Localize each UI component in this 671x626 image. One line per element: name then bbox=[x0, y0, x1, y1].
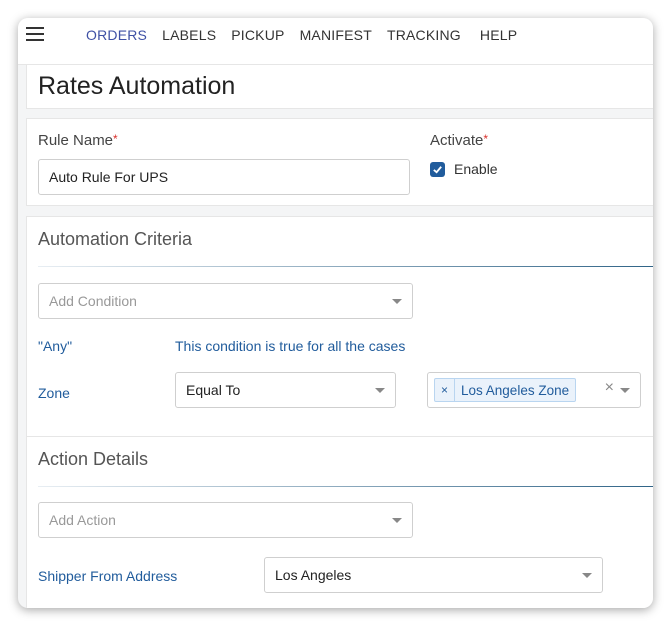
divider bbox=[38, 486, 653, 487]
rule-card: Rule Name* Auto Rule For UPS Activate* E… bbox=[26, 118, 653, 206]
required-mark: * bbox=[113, 132, 118, 146]
rule-name-input[interactable]: Auto Rule For UPS bbox=[38, 159, 410, 195]
nav-orders[interactable]: ORDERS bbox=[86, 27, 147, 43]
shipper-from-label: Shipper From Address bbox=[38, 568, 178, 584]
page-title: Rates Automation bbox=[38, 72, 236, 100]
nav-labels[interactable]: LABELS bbox=[162, 27, 216, 43]
hamburger-menu-icon[interactable] bbox=[26, 27, 44, 41]
tag-label: Los Angeles Zone bbox=[461, 382, 570, 398]
automation-criteria-card: Automation Criteria Add Condition "Any" … bbox=[26, 216, 653, 438]
checkmark-icon bbox=[433, 166, 442, 174]
chevron-down-icon bbox=[620, 388, 630, 393]
tag-remove-icon[interactable]: × bbox=[435, 379, 456, 401]
any-description: This condition is true for all the cases bbox=[175, 338, 406, 354]
zone-multiselect[interactable]: × Los Angeles Zone × bbox=[427, 372, 641, 408]
any-label: "Any" bbox=[38, 338, 73, 354]
add-condition-select[interactable]: Add Condition bbox=[38, 283, 413, 319]
shipper-from-select[interactable]: Los Angeles bbox=[264, 557, 603, 593]
enable-label: Enable bbox=[454, 161, 498, 177]
activate-label: Activate* bbox=[430, 132, 489, 149]
operator-select[interactable]: Equal To bbox=[175, 372, 396, 408]
divider bbox=[38, 266, 653, 267]
nav-manifest[interactable]: MANIFEST bbox=[300, 27, 372, 43]
zone-tag: × Los Angeles Zone bbox=[434, 378, 577, 402]
zone-label: Zone bbox=[38, 385, 70, 401]
nav-pickup[interactable]: PICKUP bbox=[231, 27, 284, 43]
app-window: ORDERS LABELS PICKUP MANIFEST TRACKING H… bbox=[18, 18, 653, 608]
rule-name-label: Rule Name* bbox=[38, 132, 118, 149]
enable-checkbox[interactable] bbox=[430, 162, 445, 177]
section-title: Action Details bbox=[38, 449, 149, 469]
nav-tracking[interactable]: TRACKING bbox=[387, 27, 461, 43]
chevron-down-icon bbox=[375, 388, 385, 393]
section-title: Automation Criteria bbox=[38, 229, 193, 249]
chevron-down-icon bbox=[392, 299, 402, 304]
required-mark: * bbox=[483, 132, 489, 146]
main-nav: ORDERS LABELS PICKUP MANIFEST TRACKING H… bbox=[86, 27, 532, 43]
chevron-down-icon bbox=[582, 573, 592, 578]
top-nav-bar: ORDERS LABELS PICKUP MANIFEST TRACKING H… bbox=[18, 18, 653, 65]
title-card: Rates Automation bbox=[26, 64, 653, 109]
clear-icon[interactable]: × bbox=[605, 379, 614, 397]
action-details-card: Action Details Add Action Shipper From A… bbox=[26, 436, 653, 608]
chevron-down-icon bbox=[392, 518, 402, 523]
nav-help[interactable]: HELP bbox=[480, 27, 517, 43]
add-action-select[interactable]: Add Action bbox=[38, 502, 413, 538]
